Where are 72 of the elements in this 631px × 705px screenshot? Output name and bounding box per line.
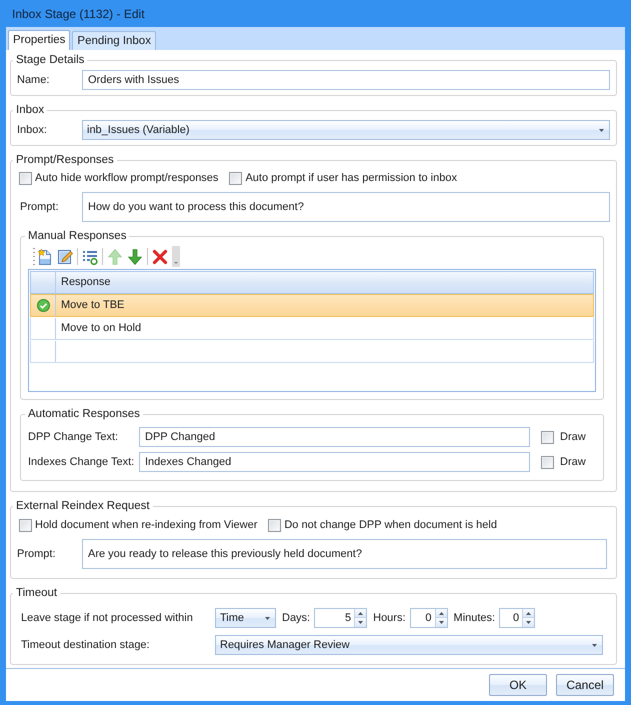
checkbox[interactable]	[268, 518, 282, 532]
field-label: Inbox:	[17, 122, 48, 138]
grid-cell-text: Move to on Hold	[60, 321, 142, 336]
grid-row[interactable]: Move to TBE	[30, 294, 594, 317]
checkbox-label: Hold document when re-indexing from Viewer	[35, 518, 258, 533]
days-field[interactable]: 5	[314, 608, 368, 628]
edit-document-icon[interactable]	[57, 248, 73, 264]
group-title: Manual Responses	[27, 229, 128, 243]
destination-dropdown[interactable]: Requires Manager Review	[215, 635, 603, 655]
checkbox-label: Draw	[560, 454, 586, 470]
checkbox[interactable]	[19, 172, 32, 184]
text-field[interactable]: Indexes Changed	[139, 452, 530, 472]
spin-up-button[interactable]	[436, 609, 447, 618]
checkbox-label: Auto prompt if user has permission to inbox	[245, 170, 457, 186]
dialog-button[interactable]: OK	[489, 674, 547, 696]
field-label: Name:	[17, 72, 50, 88]
field-label: Leave stage if not processed within	[21, 610, 194, 626]
group-title: Prompt/Responses	[15, 153, 115, 167]
checkbox-label: Do not change DPP when document is held	[284, 518, 497, 533]
delete-icon[interactable]	[152, 248, 168, 264]
field-label: Timeout destination stage:	[21, 638, 151, 653]
hours-field[interactable]: 0	[410, 608, 448, 628]
list-icon[interactable]	[82, 248, 98, 264]
new-document-icon[interactable]	[37, 248, 53, 264]
group-title: Timeout	[15, 586, 58, 600]
caret-down-icon	[438, 621, 444, 624]
spin-down-button[interactable]	[436, 618, 447, 627]
spin-down-button[interactable]	[355, 618, 366, 627]
spin-down-button[interactable]	[523, 618, 534, 627]
mode-dropdown[interactable]: Time	[215, 608, 276, 628]
group-title: Stage Details	[15, 53, 86, 67]
inbox-dropdown[interactable]: inb_Issues (Variable)	[82, 120, 610, 140]
dialog-button[interactable]: Cancel	[556, 674, 614, 696]
group-title: Inbox	[15, 103, 46, 117]
field-label: Prompt:	[17, 546, 57, 562]
minutes-field[interactable]: 0	[499, 608, 536, 628]
group-title: External Reindex Request	[15, 499, 151, 513]
caret-up-icon	[358, 612, 364, 614]
tab[interactable]: Pending Inbox	[72, 31, 156, 50]
checkbox[interactable]	[541, 456, 554, 468]
grid-row[interactable]: Move to on Hold	[30, 317, 594, 340]
field-label: Days:	[282, 610, 310, 626]
field-label: Prompt:	[20, 200, 60, 215]
arrow-down-icon[interactable]	[127, 248, 143, 264]
caret-icon	[592, 644, 597, 646]
checkbox[interactable]	[229, 172, 242, 184]
caret-up-icon	[438, 612, 444, 614]
check-circle-icon	[36, 299, 50, 312]
tab[interactable]: Properties	[8, 30, 70, 50]
field-label: Indexes Change Text:	[28, 454, 136, 470]
group-title: Automatic Responses	[27, 407, 141, 421]
caret-icon	[599, 128, 604, 132]
checkbox[interactable]	[541, 430, 554, 444]
spin-up-button[interactable]	[523, 609, 534, 618]
caret-down-icon	[526, 621, 532, 624]
grid-cell-text: Move to TBE	[60, 298, 126, 314]
column-header[interactable]: Response	[56, 272, 593, 293]
field-label: DPP Change Text:	[28, 430, 120, 445]
checkbox-label: Draw	[560, 430, 586, 445]
field-label: Minutes:	[454, 610, 496, 626]
caret-icon	[265, 616, 270, 620]
checkbox-label: Auto hide workflow prompt/responses	[35, 170, 218, 186]
caret-up-icon	[526, 612, 532, 614]
spin-up-button[interactable]	[355, 609, 366, 618]
caret-down-icon	[358, 621, 364, 624]
window-title: Inbox Stage (1132) - Edit	[12, 6, 145, 22]
prompt-field[interactable]: Are you ready to release this previously held document?	[82, 539, 607, 569]
name-field[interactable]: Orders with Issues	[82, 70, 610, 90]
prompt-field[interactable]: How do you want to process this document?	[82, 192, 610, 222]
field-label: Hours:	[373, 610, 406, 626]
checkbox[interactable]	[19, 518, 32, 532]
text-field[interactable]: DPP Changed	[139, 427, 530, 447]
